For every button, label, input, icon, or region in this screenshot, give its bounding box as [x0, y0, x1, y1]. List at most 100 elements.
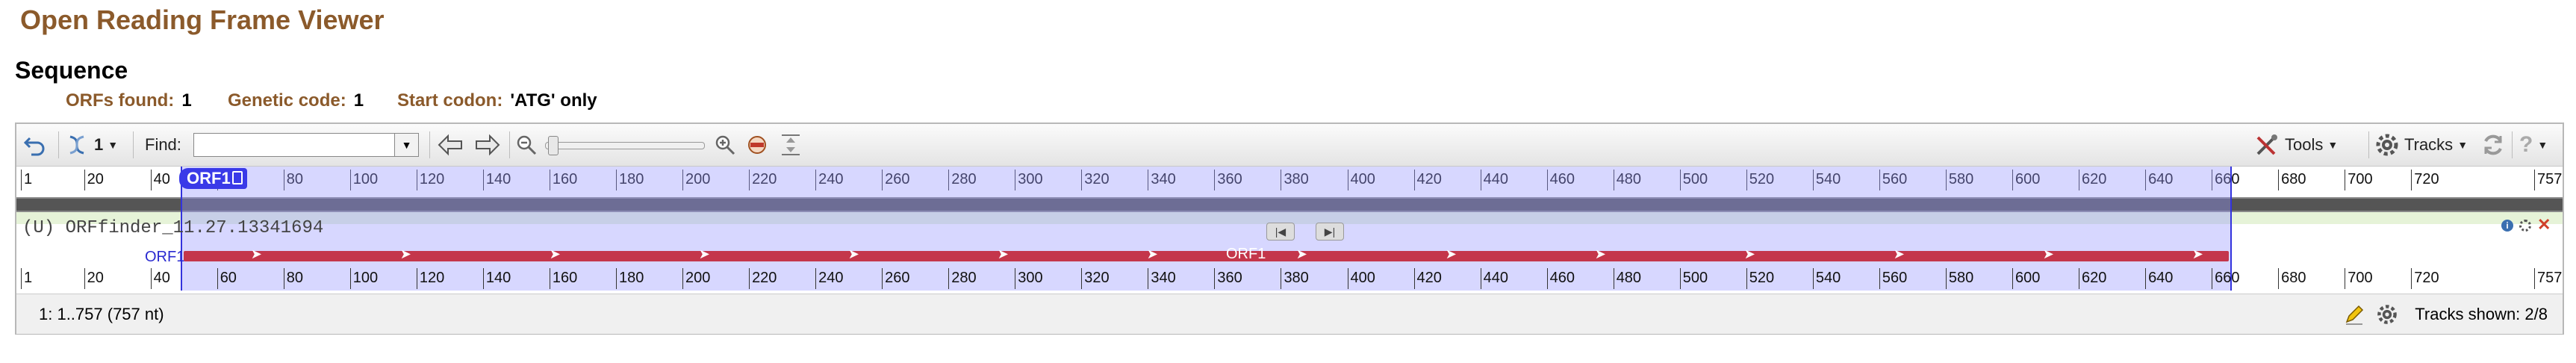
close-icon[interactable]: ✕ [2537, 215, 2551, 235]
tick-label: 720 [2414, 171, 2439, 187]
tick-label: 520 [1749, 270, 1775, 286]
refresh-icon [2484, 134, 2502, 155]
chevron-down-icon: ▼ [2457, 139, 2468, 151]
gear-icon [2376, 134, 2398, 156]
genetic-code-label: Genetic code: [228, 90, 346, 111]
strand-value: 1 [94, 135, 104, 154]
toolbar-separator [429, 131, 430, 158]
tick-mark [482, 268, 484, 289]
tick-label: 460 [1549, 270, 1575, 286]
tick-mark [21, 268, 22, 289]
tick-mark [1879, 268, 1880, 289]
orf-feature-label: ORF1 [1226, 246, 1266, 262]
settings-icon[interactable] [2519, 220, 2531, 232]
undo-button[interactable] [22, 124, 48, 166]
tick-label: 300 [1018, 270, 1043, 286]
next-feature-button[interactable]: ▶| [1316, 223, 1344, 241]
tick-mark [615, 268, 617, 289]
tick-mark [2411, 268, 2412, 289]
track-settings-button[interactable] [2376, 303, 2398, 329]
tick-mark [21, 170, 22, 190]
tick-label: 80 [286, 270, 303, 286]
help-icon: ? [2519, 132, 2533, 157]
tracks-menu-button[interactable]: Tracks ▼ [2374, 124, 2468, 166]
tracks-shown: Tracks shown: 2/8 [2415, 305, 2548, 323]
tools-menu-button[interactable]: Tools ▼ [2253, 124, 2338, 166]
zoom-in-button[interactable] [714, 124, 736, 166]
orfs-found-label: ORFs found: [66, 90, 175, 111]
tick-label: 380 [1284, 270, 1309, 286]
tick-label: 20 [87, 270, 104, 286]
tick-label: 220 [752, 270, 777, 286]
direction-arrow-icon: ➤ [1743, 246, 1755, 261]
tick-label: 180 [618, 270, 644, 286]
zoom-slider-handle[interactable] [548, 136, 559, 155]
toolbar-separator [133, 131, 134, 158]
tick-label: 40 [153, 270, 170, 286]
sequence-viewer[interactable]: 1 ▼ Find: ▼ Tools ▼ Tracks ▼ ? ▼ 1 20 40… [15, 122, 2564, 335]
tick-mark [1214, 268, 1216, 289]
tick-mark [217, 268, 218, 289]
tick-mark [682, 268, 684, 289]
tick-label: 360 [1217, 270, 1242, 286]
tick-label: 20 [87, 171, 104, 187]
tick-label: 160 [552, 270, 578, 286]
tools-icon [2256, 134, 2277, 155]
undo-icon [23, 137, 45, 156]
scroll-left-button[interactable] [436, 124, 464, 166]
zoom-out-icon [517, 135, 537, 155]
tick-mark [2534, 170, 2535, 190]
tick-mark [2145, 268, 2147, 289]
find-input[interactable] [193, 133, 395, 157]
toolbar-separator [509, 131, 510, 158]
track-name: (U) ORFfinder_11.27.13341694 [22, 218, 324, 238]
zoom-out-button[interactable] [515, 124, 538, 166]
tick-label: 600 [2015, 270, 2041, 286]
info-icon[interactable]: i [2501, 220, 2513, 232]
tick-label: 40 [153, 171, 170, 187]
strand-selector[interactable]: 1 ▼ [64, 124, 118, 166]
ruler-bottom: 1 20 40 60 80 100 120 140 160 180 200 220 240 260 280 3… [16, 265, 2563, 291]
find-dropdown-button[interactable]: ▼ [395, 133, 419, 157]
fit-to-view-button[interactable] [780, 124, 802, 166]
tick-mark [84, 170, 85, 190]
tools-label: Tools [2285, 135, 2324, 154]
arrow-right-icon [476, 134, 500, 156]
tick-mark [1546, 268, 1548, 289]
tick-mark [84, 268, 85, 289]
tick-label: 500 [1682, 270, 1708, 286]
edit-button[interactable] [2343, 303, 2365, 329]
tick-label: 680 [2281, 270, 2306, 286]
tick-label: 1 [24, 270, 33, 286]
start-codon-label: Start codon: [397, 90, 503, 111]
tick-label: 60 [220, 270, 237, 286]
tick-label: 640 [2148, 270, 2174, 286]
tick-mark [1413, 268, 1415, 289]
tick-mark [2411, 170, 2412, 190]
toolbar-separator [58, 131, 59, 158]
tick-mark [882, 268, 883, 289]
scroll-right-button[interactable] [473, 124, 502, 166]
zoom-to-sequence-button[interactable] [745, 124, 769, 166]
tick-mark [150, 170, 152, 190]
tick-mark [948, 268, 950, 289]
direction-arrow-icon: ➤ [847, 246, 859, 261]
tick-mark [749, 268, 750, 289]
tick-label: 720 [2414, 270, 2439, 286]
refresh-button[interactable] [2480, 124, 2506, 166]
copy-icon [231, 171, 243, 184]
tick-label: 240 [818, 270, 844, 286]
chevron-down-icon: ▼ [401, 139, 412, 151]
fit-vertical-icon [782, 134, 800, 155]
orf-label[interactable]: ORF1 [179, 168, 247, 189]
tick-label: 700 [2348, 270, 2373, 286]
tick-mark [2278, 268, 2280, 289]
prev-feature-button[interactable]: |◀ [1266, 223, 1295, 241]
status-bar: 1: 1..757 (757 nt) Tracks shown: 2/8 [16, 294, 2563, 334]
start-codon-value: 'ATG' only [510, 90, 597, 111]
orf-feature[interactable]: ➤ ➤ ➤ ➤ ➤ ➤ ➤ ➤ ➤ ➤ ➤ ➤ ➤ ➤ [183, 246, 2229, 261]
tick-label: 680 [2281, 171, 2306, 187]
tick-mark [1746, 268, 1747, 289]
help-button[interactable]: ? ▼ [2519, 124, 2548, 166]
zoom-slider[interactable] [545, 142, 705, 149]
